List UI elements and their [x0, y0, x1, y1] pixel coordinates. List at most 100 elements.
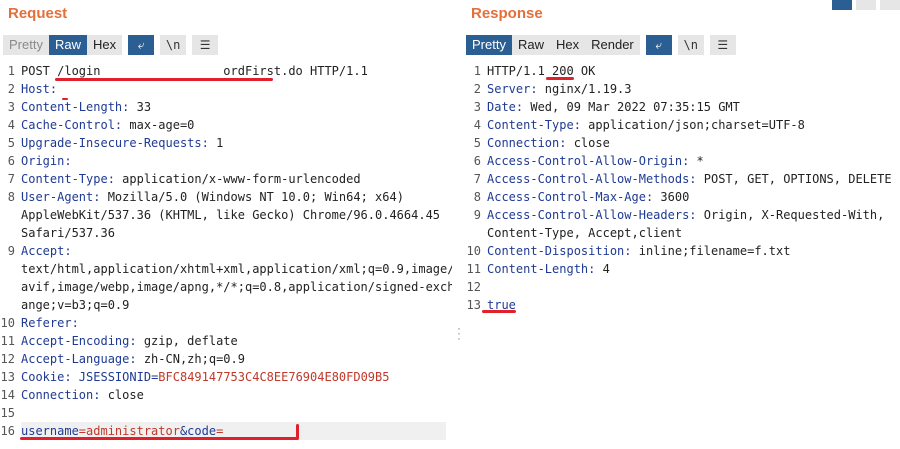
line-number: 10: [0, 316, 15, 330]
line-number: 10: [466, 244, 481, 258]
code-value: 33: [129, 100, 152, 114]
line-number: 13: [466, 298, 481, 312]
wrap-icon[interactable]: ⤶: [645, 35, 672, 55]
code-line: 4 Cache-Control: max-age=0: [0, 116, 452, 134]
response-tab-group: Pretty Raw Hex Render: [466, 35, 640, 55]
code-line: 15: [0, 404, 452, 422]
line-text: Accept:: [21, 242, 446, 260]
code-value: AppleWebKit/537.36 (KHTML, like Gecko) C…: [21, 208, 441, 222]
line-number: 14: [0, 388, 15, 402]
split-view-icon[interactable]: [832, 0, 852, 10]
newline-icon[interactable]: \n: [160, 35, 187, 55]
code-line: 12 Accept-Language: zh-CN,zh;q=0.9: [0, 350, 452, 368]
code-key: Cache-Control:: [21, 118, 123, 132]
code-key: Content-Type:: [21, 172, 115, 186]
code-line: 10 Referer:: [0, 314, 452, 332]
response-pane: Response Pretty Raw Hex Render ⤶ \n ☰ 1 HTTP…: [466, 0, 900, 449]
menu-icon[interactable]: ☰: [192, 35, 219, 55]
code-value: Safari/537.36: [21, 226, 115, 240]
line-number: 12: [466, 280, 481, 294]
vertical-view-icon[interactable]: [880, 0, 900, 10]
tab-raw[interactable]: Raw: [511, 35, 550, 55]
line-number: 4: [473, 118, 481, 132]
line-number: 16: [0, 424, 15, 438]
line-number: 13: [0, 370, 15, 384]
response-title: Response: [471, 5, 543, 22]
code-value: close: [100, 388, 144, 402]
line-text: Connection: close: [487, 134, 894, 152]
line-number: 3: [473, 100, 481, 114]
line-number: 12: [0, 352, 15, 366]
code-key: Cookie:: [21, 370, 72, 384]
pane-divider[interactable]: [452, 0, 466, 449]
line-number: 7: [7, 172, 15, 186]
line-number: 3: [7, 100, 15, 114]
line-number: 5: [7, 136, 15, 150]
line-number: 11: [0, 334, 15, 348]
line-text: Content-Type, Accept,client: [487, 224, 894, 242]
request-editor[interactable]: 1 POST /login ordFirst.do HTTP/1.1 2 Host: 3…: [0, 62, 454, 440]
code-key: Upgrade-Insecure-Requests:: [21, 136, 209, 150]
annotation-underline-true: [482, 310, 516, 313]
code-value: close: [566, 136, 610, 150]
tab-hex[interactable]: Hex: [549, 35, 586, 55]
code-value: max-age=0: [122, 118, 195, 132]
line-text: Upgrade-Insecure-Requests: 1: [21, 134, 446, 152]
code-value: Mozilla/5.0 (Windows NT 10.0; Win64; x64…: [100, 190, 404, 204]
wrap-icon-glyph: ⤶: [655, 37, 663, 52]
code-line: 11 Accept-Encoding: gzip, deflate: [0, 332, 452, 350]
response-editor[interactable]: 1 HTTP/1.1 200 OK 2 Server: nginx/1.19.3 3 Da…: [466, 62, 900, 314]
code-value: Origin, X-Requested-With,: [696, 208, 885, 222]
tab-pretty[interactable]: Pretty: [3, 35, 49, 55]
line-number: 2: [7, 82, 15, 96]
code-value: 4: [595, 262, 610, 276]
code-line: Content-Type, Accept,client: [466, 224, 900, 242]
code-key: Content-Length:: [487, 262, 596, 276]
view-layout-icons: [828, 0, 900, 10]
code-value: inline;filename=f.txt: [631, 244, 791, 258]
code-line: text/html,application/xhtml+xml,applicat…: [0, 260, 454, 278]
code-value: HTTP/1.1 200 OK: [487, 64, 596, 78]
code-value: 3600: [653, 190, 690, 204]
line-number: 6: [7, 154, 15, 168]
line-text: Access-Control-Allow-Origin: *: [487, 152, 894, 170]
code-key: User-Agent:: [21, 190, 101, 204]
annotation-underline-host: [62, 98, 68, 100]
line-text: text/html,application/xhtml+xml,applicat…: [21, 260, 454, 278]
annotation-bracket-body: [296, 424, 299, 439]
tab-hex[interactable]: Hex: [86, 35, 123, 55]
code-line: ange;v=b3;q=0.9: [0, 296, 452, 314]
code-value: 1: [208, 136, 224, 150]
code-line: 3 Date: Wed, 09 Mar 2022 07:35:15 GMT: [466, 98, 900, 116]
annotation-underline-status: [546, 77, 574, 80]
line-number: 6: [473, 154, 481, 168]
line-text: true: [487, 296, 894, 314]
code-value: BFC849147753C4C8EE76904E80FD09B5: [158, 370, 390, 384]
line-text: Access-Control-Allow-Methods: POST, GET,…: [487, 170, 894, 188]
code-value: nginx/1.19.3: [537, 82, 632, 96]
line-text: AppleWebKit/537.36 (KHTML, like Gecko) C…: [21, 206, 446, 224]
code-key: Connection:: [21, 388, 101, 402]
code-key: JSESSIONID: [71, 370, 152, 384]
code-line: 1 HTTP/1.1 200 OK: [466, 62, 900, 80]
code-value: POST, GET, OPTIONS, DELETE: [696, 172, 892, 186]
request-tab-group: Pretty Raw Hex: [3, 35, 123, 55]
line-text: Content-Type: application/json;charset=U…: [487, 116, 894, 134]
code-value: zh-CN,zh;q=0.9: [136, 352, 245, 366]
drag-handle-icon[interactable]: · · ·: [457, 322, 461, 344]
code-line: Safari/537.36: [0, 224, 452, 242]
newline-icon[interactable]: \n: [677, 35, 704, 55]
tab-render[interactable]: Render: [585, 35, 640, 55]
wrap-icon-glyph: ⤶: [137, 37, 145, 52]
menu-icon[interactable]: ☰: [709, 35, 736, 55]
code-value: /login ordFirst.do: [57, 64, 303, 78]
horizontal-view-icon[interactable]: [856, 0, 876, 10]
tab-pretty[interactable]: Pretty: [466, 35, 512, 55]
wrap-icon[interactable]: ⤶: [128, 35, 155, 55]
code-line: 8 Access-Control-Max-Age: 3600: [466, 188, 900, 206]
code-key: Connection:: [487, 136, 567, 150]
code-value: POST: [21, 64, 58, 78]
code-line: 6 Origin:: [0, 152, 452, 170]
code-key: Date:: [487, 100, 524, 114]
tab-raw[interactable]: Raw: [48, 35, 87, 55]
